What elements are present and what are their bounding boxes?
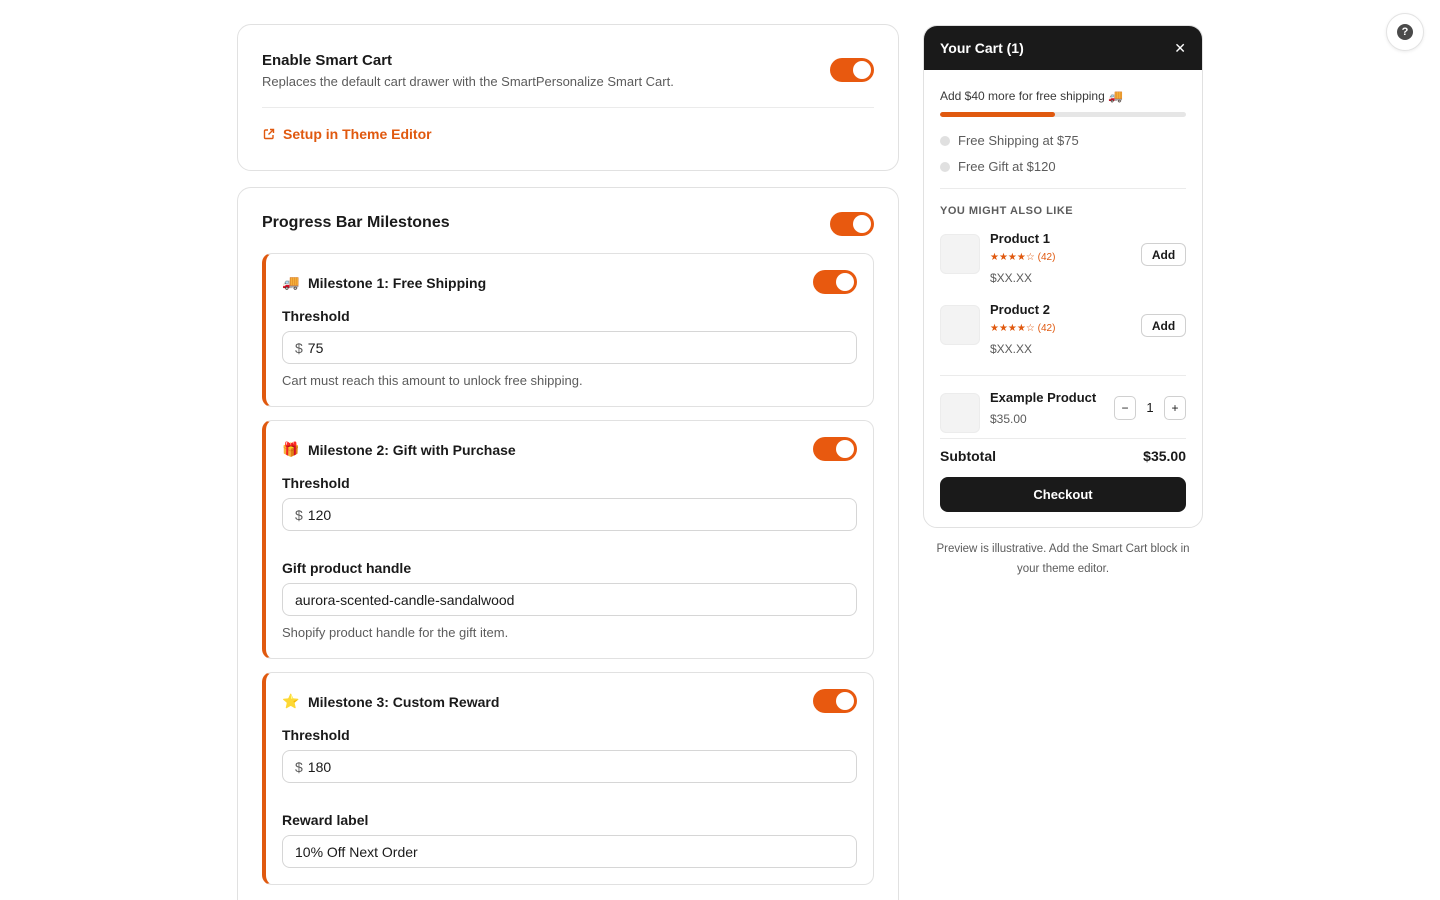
milestone-1-help: Cart must reach this amount to unlock fr… (282, 373, 583, 388)
milestone-dot (940, 135, 950, 146)
reward-label-input[interactable]: 10% Off Next Order (282, 835, 857, 868)
smart-cart-toggle[interactable] (830, 58, 874, 82)
milestone-2-title: Milestone 2: Gift with Purchase (308, 441, 516, 458)
checkout-button[interactable]: Checkout (940, 477, 1186, 512)
smart-cart-card: Enable Smart Cart Replaces the default c… (237, 24, 899, 171)
setup-link-label: Setup in Theme Editor (283, 126, 432, 142)
upsell-product-2: Product 2 ★★★★☆ (42) $XX.XX Add (940, 302, 1186, 356)
milestone-2-threshold-input[interactable]: $ 120 (282, 498, 857, 531)
progress-toggle[interactable] (830, 212, 874, 236)
cart-preview-column: Your Cart (1) ✕ Add $40 more for free sh… (923, 25, 1203, 579)
smart-cart-title: Enable Smart Cart (262, 52, 393, 69)
product-price: $XX.XX (990, 342, 1033, 356)
milestone-1-title: Milestone 1: Free Shipping (308, 274, 487, 291)
cart-preview: Your Cart (1) ✕ Add $40 more for free sh… (923, 25, 1203, 528)
cart-milestone-row: Free Gift at $120 (940, 159, 1056, 174)
currency-prefix: $ (295, 758, 303, 775)
cart-milestone-label: Free Shipping at $75 (958, 133, 1079, 148)
milestone-2-card: 🎁 Milestone 2: Gift with Purchase Thresh… (262, 420, 874, 659)
upsell-product-1: Product 1 ★★★★☆ (42) $XX.XX Add (940, 231, 1186, 285)
milestone-3-card: ⭐ Milestone 3: Custom Reward Threshold $… (262, 672, 874, 885)
reward-label-value: 10% Off Next Order (295, 843, 418, 860)
product-name: Product 1 (990, 231, 1050, 246)
gift-handle-value: aurora-scented-candle-sandalwood (295, 591, 515, 608)
milestone-2-help: Shopify product handle for the gift item… (282, 625, 509, 640)
close-icon[interactable]: ✕ (1174, 40, 1186, 57)
milestone-2-header: 🎁 Milestone 2: Gift with Purchase (282, 441, 516, 458)
threshold-value: 75 (307, 339, 324, 356)
gift-icon: 🎁 (282, 441, 300, 457)
external-link-icon (263, 128, 275, 140)
quantity-increase-button[interactable]: + (1164, 396, 1186, 420)
threshold-label: Threshold (282, 727, 350, 743)
threshold-label: Threshold (282, 308, 350, 324)
add-product-1-button[interactable]: Add (1141, 243, 1186, 266)
product-rating: ★★★★☆ (42) (990, 323, 1055, 334)
milestone-1-header: 🚚 Milestone 1: Free Shipping (282, 274, 486, 291)
threshold-value: 180 (307, 758, 332, 775)
subtotal-value: $35.00 (1143, 448, 1186, 464)
rating-stars: ★★★★☆ (990, 323, 1035, 334)
rating-count: (42) (1037, 252, 1056, 263)
divider (940, 438, 1186, 439)
add-product-2-button[interactable]: Add (1141, 314, 1186, 337)
shipping-progress-bar (940, 112, 1186, 117)
smart-cart-description: Replaces the default cart drawer with th… (262, 74, 674, 89)
settings-column: Enable Smart Cart Replaces the default c… (237, 24, 899, 900)
milestone-dot (940, 161, 950, 172)
line-item-name: Example Product (990, 390, 1097, 405)
product-name: Product 2 (990, 302, 1050, 317)
milestone-1-threshold-input[interactable]: $ 75 (282, 331, 857, 364)
cart-milestone-row: Free Shipping at $75 (940, 133, 1079, 148)
product-rating: ★★★★☆ (42) (990, 252, 1055, 263)
cart-line-item: Example Product $35.00 − 1 + (940, 390, 1186, 440)
milestone-3-toggle[interactable] (813, 689, 857, 713)
product-price: $XX.XX (990, 271, 1033, 285)
progress-milestones-card: Progress Bar Milestones 🚚 Milestone 1: F… (237, 187, 899, 900)
star-icon: ⭐ (282, 693, 300, 709)
milestone-2-toggle[interactable] (813, 437, 857, 461)
product-thumbnail (940, 393, 980, 433)
threshold-label: Threshold (282, 475, 350, 491)
milestone-1-card: 🚚 Milestone 1: Free Shipping Threshold $… (262, 253, 874, 407)
currency-prefix: $ (295, 506, 303, 523)
preview-note: Preview is illustrative. Add the Smart C… (936, 543, 1190, 575)
rating-count: (42) (1037, 323, 1056, 334)
quantity-value: 1 (1146, 400, 1154, 415)
setup-theme-editor-link[interactable]: Setup in Theme Editor (263, 126, 432, 142)
upsell-heading: YOU MIGHT ALSO LIKE (940, 205, 1074, 217)
threshold-value: 120 (307, 506, 332, 523)
milestone-3-title: Milestone 3: Custom Reward (308, 693, 500, 710)
milestone-3-threshold-input[interactable]: $ 180 (282, 750, 857, 783)
gift-handle-label: Gift product handle (282, 560, 412, 576)
divider (940, 375, 1186, 376)
cart-header: Your Cart (1) ✕ (924, 26, 1202, 70)
subtotal-label: Subtotal (940, 448, 996, 464)
cart-milestone-label: Free Gift at $120 (958, 159, 1056, 174)
help-button[interactable]: ? (1386, 13, 1424, 51)
rating-stars: ★★★★☆ (990, 252, 1035, 263)
gift-handle-input[interactable]: aurora-scented-candle-sandalwood (282, 583, 857, 616)
milestone-3-header: ⭐ Milestone 3: Custom Reward (282, 693, 499, 710)
quantity-decrease-button[interactable]: − (1114, 396, 1136, 420)
line-item-price: $35.00 (990, 412, 1027, 426)
cart-title: Your Cart (1) (940, 40, 1024, 56)
shipping-message: Add $40 more for free shipping 🚚 (940, 89, 1124, 103)
currency-prefix: $ (295, 339, 303, 356)
progress-title: Progress Bar Milestones (262, 214, 450, 231)
shipping-progress-fill (940, 112, 1055, 117)
subtotal-row: Subtotal $35.00 (940, 448, 1186, 464)
truck-icon: 🚚 (282, 274, 300, 290)
product-thumbnail (940, 305, 980, 345)
reward-label-label: Reward label (282, 812, 369, 828)
milestone-1-toggle[interactable] (813, 270, 857, 294)
product-thumbnail (940, 234, 980, 274)
question-circle-icon: ? (1397, 24, 1413, 40)
divider (940, 188, 1186, 189)
divider (262, 107, 874, 108)
